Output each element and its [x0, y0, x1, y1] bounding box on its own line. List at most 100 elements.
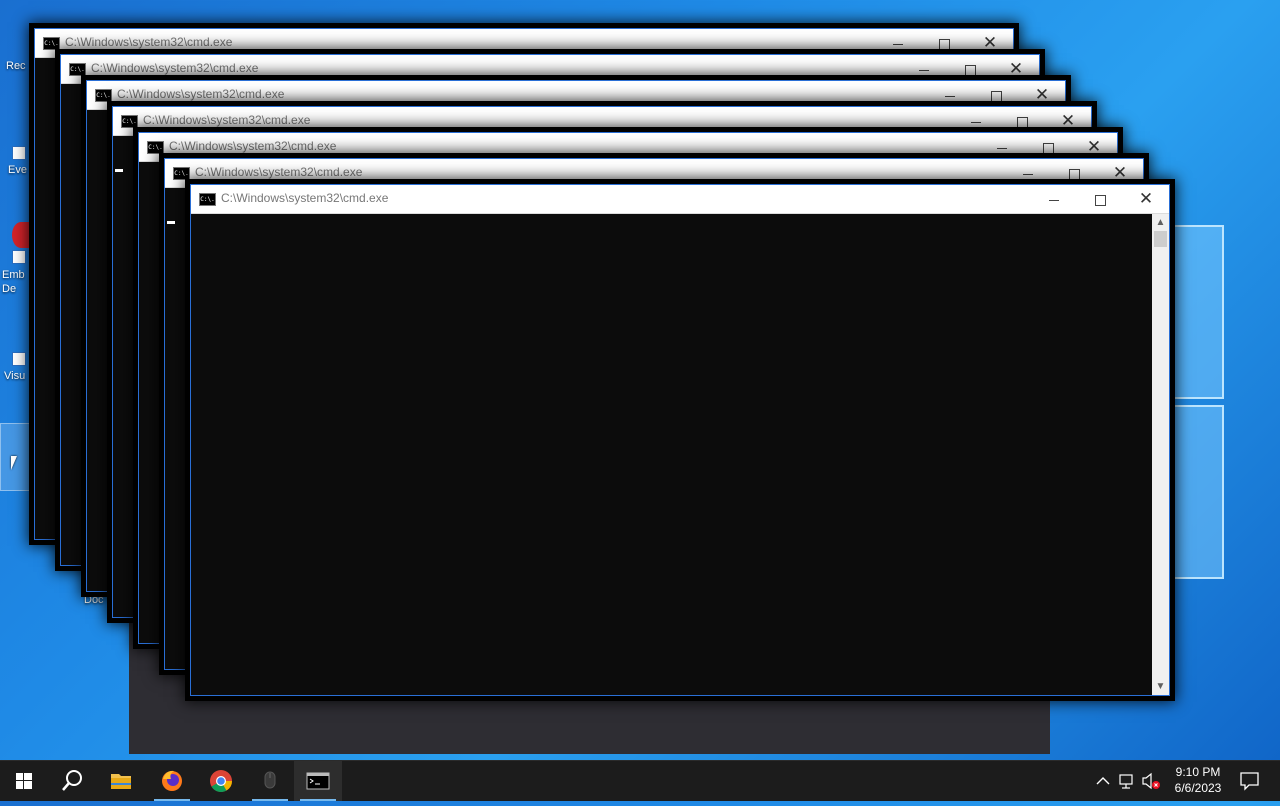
- cmd-app-icon: C:\.: [95, 89, 112, 102]
- scroll-up-button[interactable]: ▲: [1152, 214, 1169, 231]
- cmd-window[interactable]: C:\. C:\Windows\system32\cmd.exe ✕ ▲ ▼: [190, 184, 1170, 696]
- minimize-icon: [893, 43, 903, 45]
- close-icon: ✕: [1112, 163, 1128, 182]
- firefox-button[interactable]: [148, 761, 196, 801]
- window-title: C:\Windows\system32\cmd.exe: [169, 139, 337, 153]
- minimize-icon: [971, 121, 981, 123]
- mouse-app-button[interactable]: [246, 761, 294, 801]
- cmd-app-icon: C:\.: [121, 115, 138, 128]
- desktop-icon-selected[interactable]: [0, 423, 30, 491]
- windows-logo-icon: [16, 773, 32, 789]
- desktop-icon-label: Eve: [8, 164, 27, 176]
- cmd-app-icon: C:\.: [147, 141, 164, 154]
- maximize-icon: [990, 90, 1002, 102]
- close-icon: ✕: [1060, 111, 1076, 130]
- app-red-icon: [12, 222, 30, 248]
- maximize-icon: [1042, 142, 1054, 154]
- maximize-button[interactable]: [1051, 159, 1097, 187]
- minimize-icon: [945, 95, 955, 97]
- minimize-icon: [1023, 173, 1033, 175]
- desktop-icon-event[interactable]: Eve: [0, 140, 30, 180]
- console-area[interactable]: ▲ ▼: [191, 214, 1169, 695]
- desktop-icon-label: Doc: [84, 594, 104, 606]
- minimize-button[interactable]: [1031, 185, 1077, 213]
- maximize-button[interactable]: [921, 29, 967, 57]
- maximize-button[interactable]: [947, 55, 993, 83]
- close-button[interactable]: ✕: [967, 29, 1013, 57]
- file-explorer-button[interactable]: [97, 761, 145, 801]
- desktop: Rec Eve Emb De Visu Doc C:\. C:\Windows\…: [0, 0, 1280, 760]
- close-icon: ✕: [1034, 85, 1050, 104]
- start-button[interactable]: [0, 761, 48, 801]
- minimize-icon: [1049, 199, 1059, 201]
- network-button[interactable]: [1115, 761, 1139, 801]
- shortcut-arrow-icon: [12, 250, 26, 264]
- close-button[interactable]: ✕: [1019, 81, 1065, 109]
- scroll-down-button[interactable]: ▼: [1152, 678, 1169, 695]
- command-prompt-button[interactable]: [294, 761, 342, 801]
- search-button[interactable]: [48, 761, 96, 801]
- notification-icon: [1240, 772, 1259, 791]
- window-title: C:\Windows\system32\cmd.exe: [195, 165, 363, 179]
- window-title: C:\Windows\system32\cmd.exe: [221, 191, 389, 205]
- network-disconnected-icon: [1119, 774, 1133, 789]
- maximize-icon: [938, 38, 950, 50]
- cmd-app-icon: C:\.: [43, 37, 60, 50]
- folder-icon: [111, 774, 131, 789]
- action-center-button[interactable]: [1230, 761, 1270, 801]
- firefox-icon: [162, 770, 182, 791]
- desktop-icon-visual[interactable]: Visu: [0, 332, 30, 384]
- window-title: C:\Windows\system32\cmd.exe: [65, 35, 233, 49]
- close-icon: ✕: [1138, 189, 1154, 208]
- close-button[interactable]: ✕: [1123, 185, 1169, 213]
- show-hidden-icons-button[interactable]: [1092, 761, 1114, 801]
- cmd-app-icon: C:\.: [173, 167, 190, 180]
- maximize-icon: [1068, 168, 1080, 180]
- maximize-icon: [964, 64, 976, 76]
- taskbar: 9:10 PM 6/6/2023: [0, 760, 1280, 801]
- clock[interactable]: 9:10 PM 6/6/2023: [1166, 764, 1230, 796]
- maximize-icon: [1016, 116, 1028, 128]
- scroll-thumb[interactable]: [1154, 231, 1167, 247]
- desktop-icon-embedded[interactable]: Emb De: [0, 222, 30, 298]
- chrome-button[interactable]: [197, 761, 245, 801]
- desktop-icon-label: Emb De: [2, 269, 25, 295]
- close-icon: ✕: [982, 33, 998, 52]
- maximize-button[interactable]: [1025, 133, 1071, 161]
- close-button[interactable]: ✕: [1097, 159, 1143, 187]
- close-button[interactable]: ✕: [993, 55, 1039, 83]
- shortcut-arrow-icon: [12, 352, 26, 366]
- desktop-icon-label: Visu: [4, 370, 26, 382]
- maximize-button[interactable]: [1077, 185, 1123, 213]
- maximize-icon: [1094, 194, 1106, 206]
- minimize-button[interactable]: [901, 55, 947, 83]
- close-button[interactable]: ✕: [1045, 107, 1091, 135]
- text-cursor: [115, 169, 123, 172]
- minimize-button[interactable]: [979, 133, 1025, 161]
- window-titlebar[interactable]: C:\. C:\Windows\system32\cmd.exe ✕: [191, 185, 1169, 214]
- desktop-icon-label: Rec: [6, 60, 26, 72]
- window-title: C:\Windows\system32\cmd.exe: [143, 113, 311, 127]
- minimize-button[interactable]: [953, 107, 999, 135]
- shortcut-arrow-icon: [12, 146, 26, 160]
- volume-button[interactable]: [1139, 761, 1163, 801]
- minimize-icon: [919, 69, 929, 71]
- minimize-icon: [997, 147, 1007, 149]
- minimize-button[interactable]: [1005, 159, 1051, 187]
- clock-time: 9:10 PM: [1175, 765, 1221, 779]
- close-button[interactable]: ✕: [1071, 133, 1117, 161]
- vertical-scrollbar[interactable]: ▲ ▼: [1152, 214, 1169, 695]
- window-title: C:\Windows\system32\cmd.exe: [91, 61, 259, 75]
- maximize-button[interactable]: [973, 81, 1019, 109]
- desktop-icon-recycle-bin[interactable]: Rec: [0, 12, 30, 74]
- window-title: C:\Windows\system32\cmd.exe: [117, 87, 285, 101]
- minimize-button[interactable]: [875, 29, 921, 57]
- chrome-icon: [210, 770, 232, 792]
- close-icon: ✕: [1008, 59, 1024, 78]
- maximize-button[interactable]: [999, 107, 1045, 135]
- chevron-up-icon: [1096, 777, 1110, 785]
- mouse-cursor-icon: [11, 456, 17, 470]
- terminal-icon: [306, 772, 330, 790]
- search-icon: [62, 770, 82, 791]
- minimize-button[interactable]: [927, 81, 973, 109]
